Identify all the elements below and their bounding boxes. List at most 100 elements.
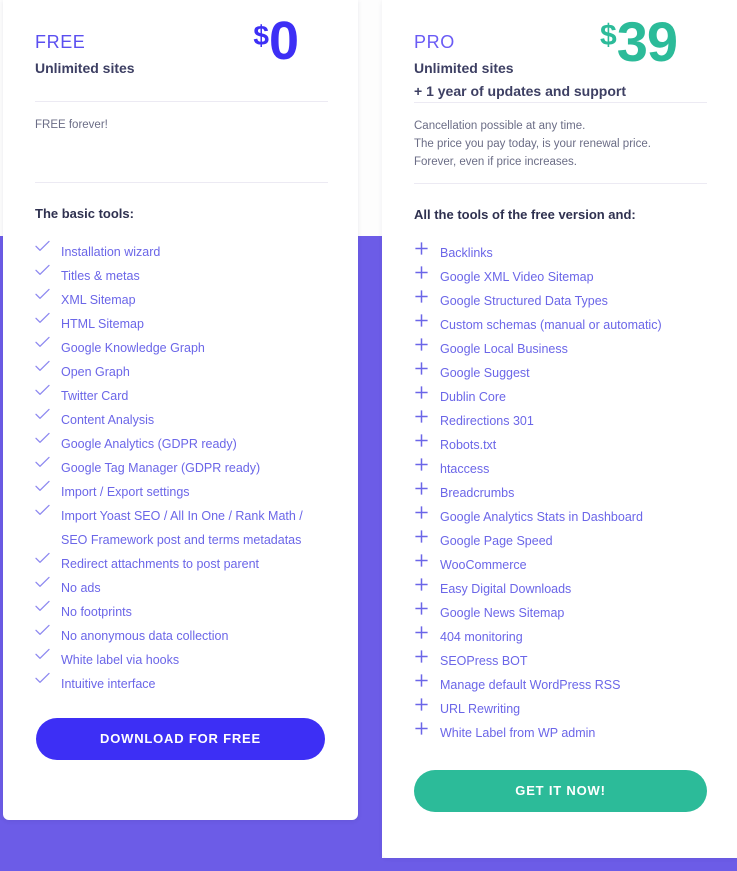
currency-symbol-pro: $: [600, 19, 617, 52]
plan-note: The price you pay today, is your renewal…: [414, 138, 651, 150]
feature-label: Google Local Business: [440, 342, 568, 356]
feature-item: Google Suggest: [414, 361, 707, 385]
feature-label: No footprints: [61, 605, 132, 619]
plus-icon: [414, 529, 440, 553]
check-icon: [35, 624, 61, 648]
feature-item: Import / Export settings: [35, 480, 328, 504]
feature-item: Open Graph: [35, 360, 328, 384]
plus-icon: [414, 433, 440, 457]
feature-label: Easy Digital Downloads: [440, 582, 572, 596]
check-icon: [35, 336, 61, 360]
check-icon: [35, 456, 61, 480]
check-icon: [35, 480, 61, 504]
feature-item: Titles & metas: [35, 264, 328, 288]
feature-label: Google Tag Manager (GDPR ready): [61, 461, 261, 475]
feature-label: Titles & metas: [61, 269, 140, 283]
feature-item: URL Rewriting: [414, 697, 707, 721]
check-icon: [35, 552, 61, 576]
feature-item: Manage default WordPress RSS: [414, 673, 707, 697]
plus-icon: [414, 409, 440, 433]
feature-item: WooCommerce: [414, 553, 707, 577]
features-title-pro: All the tools of the free version and:: [414, 207, 636, 222]
pricing-card-free: FREE Unlimited sites $0 FREE forever! Th…: [3, 0, 358, 820]
feature-item: htaccess: [414, 457, 707, 481]
price-amount-free: 0: [268, 11, 299, 71]
check-icon: [35, 672, 61, 696]
pricing-card-pro: PRO Unlimited sites + 1 year of updates …: [382, 0, 737, 858]
feature-item: White Label from WP admin: [414, 721, 707, 745]
plus-icon: [414, 241, 440, 265]
feature-label: No anonymous data collection: [61, 629, 229, 643]
feature-item: Google Structured Data Types: [414, 289, 707, 313]
plan-note: Forever, even if price increases.: [414, 156, 577, 168]
feature-label: Google Suggest: [440, 366, 530, 380]
feature-label: Manage default WordPress RSS: [440, 678, 621, 692]
feature-item: Installation wizard: [35, 240, 328, 264]
check-icon: [35, 576, 61, 600]
feature-item: Google Analytics Stats in Dashboard: [414, 505, 707, 529]
feature-item: Google Page Speed: [414, 529, 707, 553]
feature-item: Breadcrumbs: [414, 481, 707, 505]
feature-label: 404 monitoring: [440, 630, 523, 644]
feature-item: Google Analytics (GDPR ready): [35, 432, 328, 456]
plan-header-free: FREE Unlimited sites $0: [35, 0, 328, 101]
feature-list-pro: Backlinks Google XML Video Sitemap Google …: [414, 241, 707, 745]
feature-label: WooCommerce: [440, 558, 527, 572]
plan-note: FREE forever!: [35, 119, 108, 131]
feature-item: Redirections 301: [414, 409, 707, 433]
features-section-pro: All the tools of the free version and: B…: [382, 184, 737, 745]
feature-item: Google News Sitemap: [414, 601, 707, 625]
feature-item: Robots.txt: [414, 433, 707, 457]
feature-item: No ads: [35, 576, 328, 600]
feature-item: Content Analysis: [35, 408, 328, 432]
check-icon: [35, 312, 61, 336]
feature-item: Google Tag Manager (GDPR ready): [35, 456, 328, 480]
check-icon: [35, 240, 61, 264]
feature-label: Dublin Core: [440, 390, 507, 404]
download-for-free-button[interactable]: DOWNLOAD FOR FREE: [36, 718, 325, 760]
currency-symbol-free: $: [253, 20, 269, 51]
feature-item: Google XML Video Sitemap: [414, 265, 707, 289]
feature-label: Google Analytics (GDPR ready): [61, 437, 237, 451]
feature-item: Custom schemas (manual or automatic): [414, 313, 707, 337]
feature-label: HTML Sitemap: [61, 317, 144, 331]
plus-icon: [414, 625, 440, 649]
check-icon: [35, 288, 61, 312]
feature-item: Dublin Core: [414, 385, 707, 409]
plan-price-free: $0: [253, 11, 299, 71]
feature-label: Import Yoast SEO / All In One / Rank Mat…: [61, 509, 303, 547]
feature-label: White Label from WP admin: [440, 726, 596, 740]
feature-item: White label via hooks: [35, 648, 328, 672]
feature-item: Backlinks: [414, 241, 707, 265]
feature-label: Open Graph: [61, 365, 130, 379]
feature-item: Twitter Card: [35, 384, 328, 408]
feature-item: Import Yoast SEO / All In One / Rank Mat…: [35, 504, 328, 552]
plus-icon: [414, 361, 440, 385]
feature-item: No footprints: [35, 600, 328, 624]
plus-icon: [414, 289, 440, 313]
feature-label: Installation wizard: [61, 245, 161, 259]
feature-item: No anonymous data collection: [35, 624, 328, 648]
check-icon: [35, 648, 61, 672]
feature-label: Robots.txt: [440, 438, 497, 452]
feature-item: Google Knowledge Graph: [35, 336, 328, 360]
plus-icon: [414, 649, 440, 673]
plus-icon: [414, 577, 440, 601]
feature-label: White label via hooks: [61, 653, 180, 667]
check-icon: [35, 600, 61, 624]
plus-icon: [414, 385, 440, 409]
plan-notes-pro: Cancellation possible at any time. The p…: [382, 103, 737, 183]
feature-item: SEOPress BOT: [414, 649, 707, 673]
feature-label: htaccess: [440, 462, 490, 476]
price-amount-pro: 39: [616, 10, 678, 73]
plan-notes-free: FREE forever!: [3, 102, 358, 182]
feature-label: Google Analytics Stats in Dashboard: [440, 510, 643, 524]
features-section-free: The basic tools: Installation wizard Titl…: [3, 183, 358, 696]
plus-icon: [414, 721, 440, 745]
feature-label: Import / Export settings: [61, 485, 190, 499]
plus-icon: [414, 265, 440, 289]
get-it-now-button[interactable]: GET IT NOW!: [414, 770, 707, 812]
plus-icon: [414, 673, 440, 697]
plus-icon: [414, 457, 440, 481]
plus-icon: [414, 481, 440, 505]
